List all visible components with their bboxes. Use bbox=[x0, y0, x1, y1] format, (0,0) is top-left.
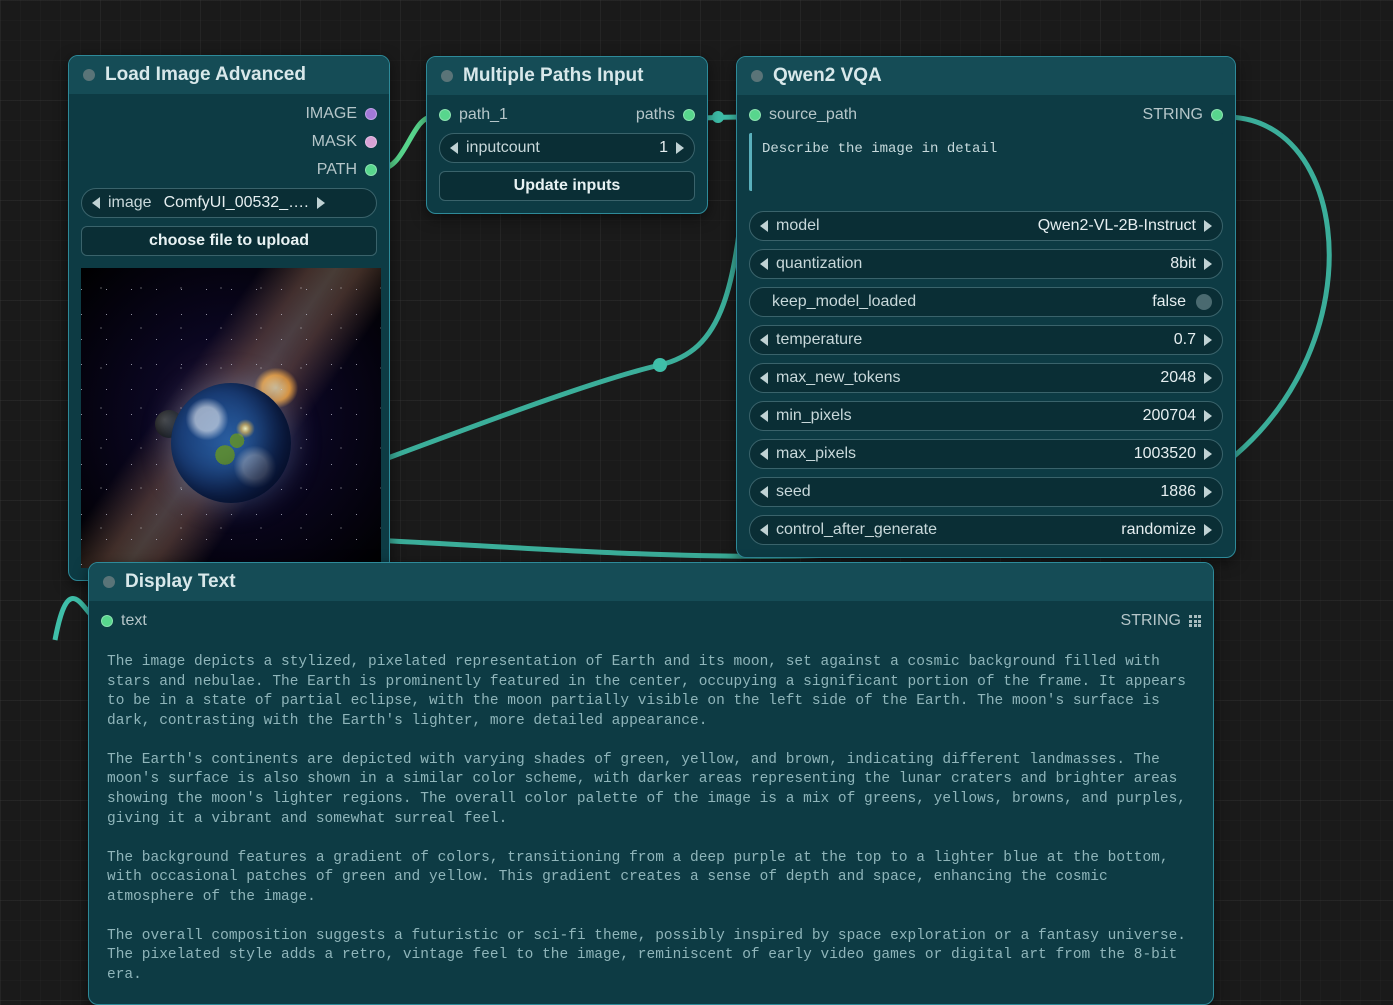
preview-image-earth bbox=[81, 268, 381, 568]
collapse-dot-icon[interactable] bbox=[751, 70, 763, 82]
node-multiple-paths-input[interactable]: Multiple Paths Input path_1 paths inputc… bbox=[426, 56, 708, 214]
prompt-input[interactable] bbox=[749, 133, 1223, 191]
output-port-path[interactable]: PATH bbox=[69, 156, 389, 184]
output-port-string[interactable]: STRING bbox=[1143, 101, 1223, 129]
toggle-dot-icon[interactable] bbox=[1196, 294, 1212, 310]
output-port-mask[interactable]: MASK bbox=[69, 128, 389, 156]
output-text: The image depicts a stylized, pixelated … bbox=[89, 639, 1213, 1004]
node-display-text[interactable]: Display Text text STRING The image depic… bbox=[88, 562, 1214, 1005]
port-dot-icon[interactable] bbox=[365, 136, 377, 148]
chevron-right-icon[interactable] bbox=[1204, 410, 1212, 422]
grid-icon[interactable] bbox=[1189, 615, 1201, 627]
chevron-right-icon[interactable] bbox=[1204, 258, 1212, 270]
chevron-right-icon[interactable] bbox=[1204, 524, 1212, 536]
output-port-paths[interactable]: paths bbox=[636, 101, 695, 129]
node-header[interactable]: Display Text bbox=[89, 563, 1213, 601]
port-row: path_1 paths bbox=[427, 101, 707, 129]
port-dot-icon[interactable] bbox=[101, 615, 113, 627]
port-dot-icon[interactable] bbox=[365, 164, 377, 176]
image-preview bbox=[69, 268, 389, 580]
port-dot-icon[interactable] bbox=[683, 109, 695, 121]
input-port-text[interactable]: text bbox=[101, 607, 147, 635]
node-header[interactable]: Load Image Advanced bbox=[69, 56, 389, 94]
chevron-right-icon[interactable] bbox=[317, 197, 325, 209]
seed-widget[interactable]: seed 1886 bbox=[749, 477, 1223, 507]
chevron-left-icon[interactable] bbox=[450, 142, 458, 154]
chevron-left-icon[interactable] bbox=[92, 197, 100, 209]
node-load-image-advanced[interactable]: Load Image Advanced IMAGE MASK PATH imag… bbox=[68, 55, 390, 581]
chevron-left-icon[interactable] bbox=[760, 372, 768, 384]
port-dot-icon[interactable] bbox=[1211, 109, 1223, 121]
node-title: Multiple Paths Input bbox=[463, 65, 644, 87]
collapse-dot-icon[interactable] bbox=[83, 69, 95, 81]
input-port-path1[interactable]: path_1 bbox=[439, 101, 508, 129]
upload-button[interactable]: choose file to upload bbox=[81, 226, 377, 256]
chevron-left-icon[interactable] bbox=[760, 334, 768, 346]
node-header[interactable]: Qwen2 VQA bbox=[737, 57, 1235, 95]
port-dot-icon[interactable] bbox=[439, 109, 451, 121]
collapse-dot-icon[interactable] bbox=[441, 70, 453, 82]
max-new-tokens-widget[interactable]: max_new_tokens 2048 bbox=[749, 363, 1223, 393]
temperature-widget[interactable]: temperature 0.7 bbox=[749, 325, 1223, 355]
quantization-widget[interactable]: quantization 8bit bbox=[749, 249, 1223, 279]
inputcount-widget[interactable]: inputcount 1 bbox=[439, 133, 695, 163]
node-title: Qwen2 VQA bbox=[773, 65, 882, 87]
image-select-widget[interactable]: image ComfyUI_00532_…. bbox=[81, 188, 377, 218]
chevron-left-icon[interactable] bbox=[760, 258, 768, 270]
chevron-left-icon[interactable] bbox=[760, 524, 768, 536]
min-pixels-widget[interactable]: min_pixels 200704 bbox=[749, 401, 1223, 431]
model-widget[interactable]: model Qwen2-VL-2B-Instruct bbox=[749, 211, 1223, 241]
keep-model-loaded-toggle[interactable]: keep_model_loaded false bbox=[749, 287, 1223, 317]
output-port-string[interactable]: STRING bbox=[1121, 607, 1201, 635]
chevron-right-icon[interactable] bbox=[1204, 448, 1212, 460]
chevron-right-icon[interactable] bbox=[1204, 220, 1212, 232]
chevron-right-icon[interactable] bbox=[1204, 372, 1212, 384]
node-qwen2-vqa[interactable]: Qwen2 VQA source_path STRING model Qwen2… bbox=[736, 56, 1236, 558]
chevron-right-icon[interactable] bbox=[1204, 334, 1212, 346]
port-dot-icon[interactable] bbox=[749, 109, 761, 121]
max-pixels-widget[interactable]: max_pixels 1003520 bbox=[749, 439, 1223, 469]
chevron-right-icon[interactable] bbox=[676, 142, 684, 154]
output-port-image[interactable]: IMAGE bbox=[69, 100, 389, 128]
node-title: Display Text bbox=[125, 571, 236, 593]
node-title: Load Image Advanced bbox=[105, 64, 306, 86]
collapse-dot-icon[interactable] bbox=[103, 576, 115, 588]
chevron-left-icon[interactable] bbox=[760, 486, 768, 498]
chevron-left-icon[interactable] bbox=[760, 448, 768, 460]
chevron-left-icon[interactable] bbox=[760, 220, 768, 232]
chevron-left-icon[interactable] bbox=[760, 410, 768, 422]
control-after-generate-widget[interactable]: control_after_generate randomize bbox=[749, 515, 1223, 545]
chevron-right-icon[interactable] bbox=[1204, 486, 1212, 498]
input-port-source-path[interactable]: source_path bbox=[749, 101, 857, 129]
port-dot-icon[interactable] bbox=[365, 108, 377, 120]
update-inputs-button[interactable]: Update inputs bbox=[439, 171, 695, 201]
node-header[interactable]: Multiple Paths Input bbox=[427, 57, 707, 95]
